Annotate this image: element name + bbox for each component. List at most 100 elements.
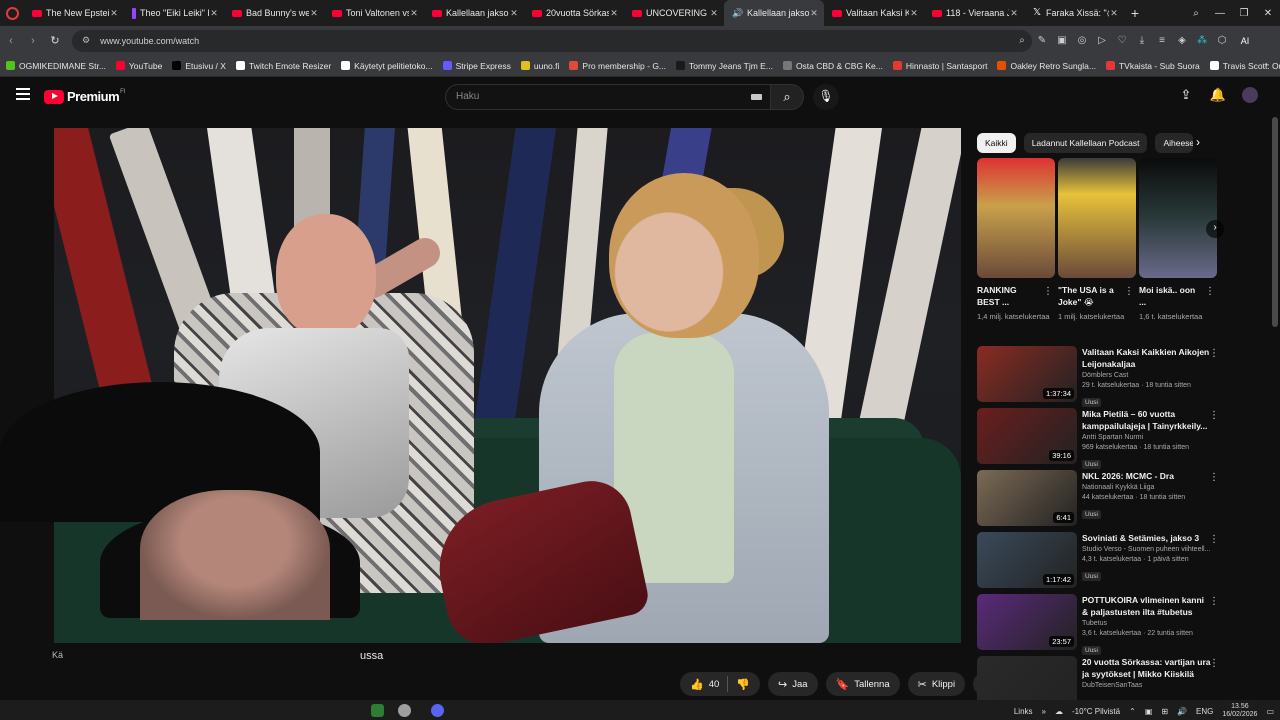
favorite-icon[interactable]: ♡: [1112, 35, 1132, 46]
minimize-icon[interactable]: —: [1208, 8, 1232, 19]
reload-icon[interactable]: ↻: [44, 34, 66, 47]
notifications-bell-icon[interactable]: 🔔: [1202, 87, 1234, 103]
bookmark-item[interactable]: Twitch Emote Resizer: [235, 61, 331, 71]
weather-text[interactable]: -10°C Pilvistä: [1072, 707, 1120, 716]
related-video-item[interactable]: 39:16 Mika Pietilä – 60 vuotta kamppailul…: [977, 408, 1227, 470]
tab-close-icon[interactable]: ✕: [909, 8, 919, 19]
play-icon[interactable]: ▷: [1092, 35, 1112, 46]
video-title[interactable]: 20 vuotta Sörkassa: vartijan ura ja syyt…: [1082, 656, 1212, 680]
bookmark-item[interactable]: Hinnasto | Santasport: [892, 61, 987, 71]
video-title[interactable]: POTTUKOIRA vlimeinen kanni & paljastuste…: [1082, 594, 1212, 618]
clip-button[interactable]: ✂ Klippi: [907, 672, 966, 696]
video-title[interactable]: Valitaan Kaksi Kaikkien Aikojen Leijonak…: [1082, 346, 1212, 370]
url-field[interactable]: ⚙ www.youtube.com/watch: [72, 29, 1032, 52]
youtube-premium-logo[interactable]: Premium FI: [44, 89, 125, 104]
related-video-item[interactable]: 1:17:42 Soviniati & Setämies, jakso 3 Stud…: [977, 532, 1227, 594]
bookmark-item[interactable]: Tommy Jeans Tjm E...: [676, 61, 773, 71]
video-title[interactable]: Soviniati & Setämies, jakso 3: [1082, 532, 1212, 544]
filter-chip[interactable]: Aiheesee: [1155, 133, 1194, 153]
page-scrollbar[interactable]: [1272, 117, 1278, 327]
bookmark-item[interactable]: Pro membership - G...: [569, 61, 666, 71]
tray-expand-icon[interactable]: »: [1042, 707, 1046, 716]
account-avatar[interactable]: [1242, 87, 1258, 103]
short-item[interactable]: Moi iskä.. oon ... 1,6 t. katselukertaa ⋮: [1139, 158, 1217, 322]
weather-icon[interactable]: ☁: [1055, 707, 1063, 716]
video-menu-icon[interactable]: ⋮: [1209, 348, 1219, 359]
tray-up-icon[interactable]: ⌃: [1129, 707, 1136, 716]
hamburger-menu-icon[interactable]: [16, 88, 30, 100]
filter-chip[interactable]: Kaikki: [977, 133, 1016, 153]
video-menu-icon[interactable]: ⋮: [1209, 658, 1219, 669]
search-button[interactable]: ⌕: [770, 84, 804, 110]
puzzle-icon[interactable]: ⬡: [1212, 35, 1232, 46]
clock[interactable]: 13.56 16/02/2026: [1222, 703, 1257, 719]
tab-close-icon[interactable]: ✕: [809, 8, 819, 19]
video-thumbnail[interactable]: 39:16: [977, 408, 1077, 464]
browser-tab[interactable]: 🔊Kallellaan jakso 17. La✕: [724, 0, 824, 26]
short-thumbnail[interactable]: [1139, 158, 1217, 278]
tab-close-icon[interactable]: ✕: [509, 8, 519, 19]
short-item[interactable]: "The USA is a Joke" 😭 1 milj. katselukert…: [1058, 158, 1136, 322]
browser-tab[interactable]: Theo "Eiki Leiki" Kolehm✕: [124, 0, 224, 26]
search-input[interactable]: Haku: [445, 84, 770, 110]
video-menu-icon[interactable]: ⋮: [1209, 472, 1219, 483]
bookmark-item[interactable]: YouTube: [115, 61, 162, 71]
video-channel[interactable]: Dömblers Cast: [1082, 371, 1212, 381]
bookmark-item[interactable]: uuno.fi: [520, 61, 559, 71]
browser-tab[interactable]: Valitaan Kaksi Kaikkien✕: [824, 0, 924, 26]
zoom-icon[interactable]: ⌕: [1012, 35, 1032, 46]
search-tabs-icon[interactable]: ⌕: [1184, 8, 1208, 19]
tab-close-icon[interactable]: ✕: [1009, 8, 1019, 19]
bookmark-item[interactable]: Etusivu / X: [172, 61, 226, 71]
save-button[interactable]: 🔖 Tallenna: [825, 672, 900, 696]
shorts-next-button[interactable]: ›: [1206, 220, 1224, 238]
related-video-item[interactable]: 23:57 POTTUKOIRA vlimeinen kanni & paljas…: [977, 594, 1227, 656]
related-video-item[interactable]: 1:37:34 Valitaan Kaksi Kaikkien Aikojen L…: [977, 346, 1227, 408]
bookmark-item[interactable]: Käytetyt pelitietoko...: [341, 61, 433, 71]
filter-chip[interactable]: Ladannut Kallellaan Podcast: [1023, 133, 1148, 153]
notification-center-icon[interactable]: ▭: [1266, 707, 1274, 716]
short-title[interactable]: Moi iskä.. oon ...: [1139, 284, 1201, 308]
video-title[interactable]: Mika Pietilä – 60 vuotta kamppailulajeja…: [1082, 408, 1212, 432]
video-thumbnail[interactable]: 6:41: [977, 470, 1077, 526]
dislike-icon[interactable]: 👎: [736, 678, 760, 691]
bookmark-item[interactable]: Stripe Express: [442, 61, 511, 71]
video-title[interactable]: NKL 2026: MCMC - Dra: [1082, 470, 1212, 482]
like-count[interactable]: 40: [709, 679, 720, 690]
short-thumbnail[interactable]: [977, 158, 1055, 278]
bookmark-item[interactable]: OGMIKEDIMANE Str...: [6, 61, 106, 71]
video-thumbnail[interactable]: 23:57: [977, 594, 1077, 650]
edit-icon[interactable]: ✎: [1032, 35, 1052, 46]
bookmark-item[interactable]: TVkaista - Sub Suora: [1105, 61, 1200, 71]
volume-icon[interactable]: 🔊: [1177, 707, 1187, 716]
browser-tab[interactable]: 20vuotta Sörkassa: va✕: [524, 0, 624, 26]
bookmarks-overflow-icon[interactable]: ›: [1265, 59, 1268, 69]
browser-logo-icon[interactable]: [0, 0, 24, 26]
short-menu-icon[interactable]: ⋮: [1205, 286, 1215, 297]
tab-close-icon[interactable]: ✕: [309, 8, 319, 19]
bookmark-item[interactable]: Travis Scott: Outfits,...: [1209, 61, 1280, 71]
bookmark-item[interactable]: Oakley Retro Sungla...: [997, 61, 1096, 71]
short-title[interactable]: "The USA is a Joke" 😭: [1058, 284, 1120, 308]
upload-icon[interactable]: ⇪: [1170, 87, 1202, 103]
related-video-item[interactable]: 6:41 NKL 2026: MCMC - Dra Nationaali Kyykk…: [977, 470, 1227, 532]
video-channel[interactable]: Tubetus: [1082, 619, 1212, 629]
browser-tab[interactable]: Toni Valtonen vs Roge✕: [324, 0, 424, 26]
close-window-icon[interactable]: ✕: [1256, 8, 1280, 19]
taskbar-app-icon[interactable]: [398, 704, 411, 717]
download-icon[interactable]: ⤓: [1132, 35, 1152, 46]
short-item[interactable]: RANKING BEST ... 1,4 milj. katselukertaa ⋮: [977, 158, 1055, 322]
video-channel[interactable]: DubTeisenSanTaas: [1082, 681, 1212, 691]
video-channel[interactable]: Nationaali Kyykkä Liiga: [1082, 483, 1212, 493]
back-icon[interactable]: ‹: [0, 35, 22, 47]
short-thumbnail[interactable]: [1058, 158, 1136, 278]
video-channel[interactable]: Antti Spartan Nurmi: [1082, 433, 1212, 443]
video-menu-icon[interactable]: ⋮: [1209, 410, 1219, 421]
like-icon[interactable]: 👍: [690, 678, 704, 691]
video-menu-icon[interactable]: ⋮: [1209, 596, 1219, 607]
short-menu-icon[interactable]: ⋮: [1124, 286, 1134, 297]
short-title[interactable]: RANKING BEST ...: [977, 284, 1039, 308]
tab-close-icon[interactable]: ✕: [609, 8, 619, 19]
screenshot-icon[interactable]: ▣: [1052, 35, 1072, 46]
tray-app-icon[interactable]: ⊞: [1161, 707, 1168, 716]
